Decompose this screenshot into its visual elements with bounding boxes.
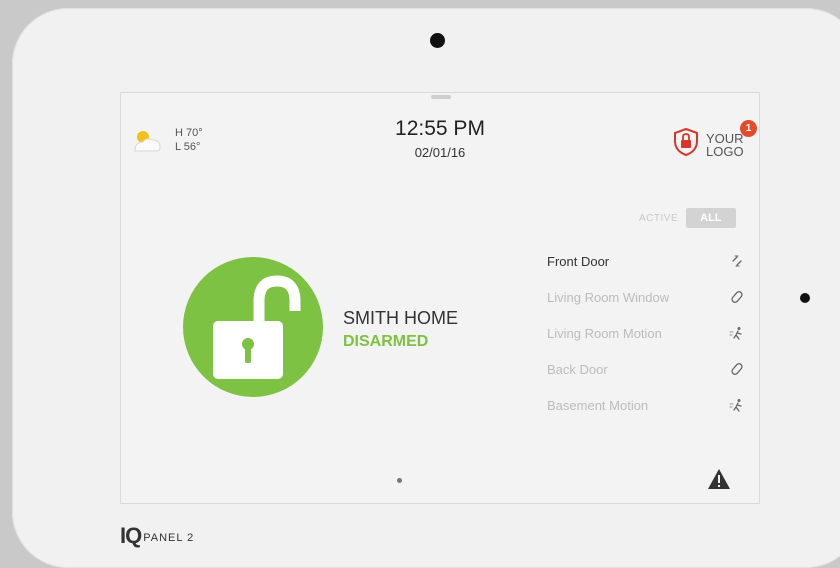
sensor-dot bbox=[800, 293, 810, 303]
sensor-filter: ACTIVE ALL bbox=[639, 208, 736, 228]
warning-icon[interactable] bbox=[707, 468, 731, 495]
list-item[interactable]: Basement Motion bbox=[547, 387, 747, 423]
clock-date: 02/01/16 bbox=[414, 145, 466, 160]
sensor-name: Front Door bbox=[547, 253, 610, 269]
shield-lock-icon bbox=[672, 127, 700, 162]
unlocked-padlock-icon bbox=[213, 275, 301, 379]
clock-time: 12:55 PM bbox=[395, 117, 485, 140]
list-item[interactable]: Living Room Window bbox=[547, 279, 747, 315]
arm-disarm-button[interactable] bbox=[183, 257, 323, 397]
motion-sensor-icon bbox=[727, 323, 747, 343]
model-name: PANEL 2 bbox=[143, 532, 195, 544]
sensor-name: Living Room Window bbox=[547, 289, 670, 305]
sensor-name: Living Room Motion bbox=[547, 325, 662, 341]
logo-line-1: YOUR bbox=[706, 130, 744, 146]
touch-screen: H 70° L 56° 12:55 PM 02/01/16 YOUR LOGO … bbox=[120, 92, 760, 504]
logo-line-2: LOGO bbox=[706, 143, 744, 159]
dealer-logo[interactable]: YOUR LOGO 1 bbox=[672, 120, 757, 162]
notification-badge[interactable]: 1 bbox=[740, 120, 757, 137]
camera-lens bbox=[430, 33, 445, 48]
security-panel-device: H 70° L 56° 12:55 PM 02/01/16 YOUR LOGO … bbox=[12, 8, 840, 568]
clock: 12:55 PM 02/01/16 bbox=[121, 117, 759, 160]
system-status: DISARMED bbox=[343, 333, 429, 350]
sensor-name: Basement Motion bbox=[547, 397, 649, 413]
contact-sensor-icon bbox=[727, 287, 747, 307]
filter-active-button[interactable]: ACTIVE bbox=[639, 213, 678, 224]
contact-sensor-icon bbox=[727, 359, 747, 379]
system-name: SMITH HOME bbox=[343, 308, 458, 328]
device-brand: IQ PANEL 2 bbox=[120, 525, 194, 547]
list-item[interactable]: Back Door bbox=[547, 351, 747, 387]
door-open-icon bbox=[727, 251, 747, 271]
sensor-list: Front Door Living Room Window Living Roo… bbox=[547, 243, 747, 423]
list-item[interactable]: Living Room Motion bbox=[547, 315, 747, 351]
motion-sensor-icon bbox=[727, 395, 747, 415]
page-indicator bbox=[397, 478, 402, 483]
list-item[interactable]: Front Door bbox=[547, 243, 747, 279]
pull-down-handle[interactable] bbox=[431, 95, 451, 99]
brand-logo: IQ bbox=[120, 523, 142, 548]
filter-all-button[interactable]: ALL bbox=[686, 208, 736, 228]
sensor-name: Back Door bbox=[547, 361, 608, 377]
